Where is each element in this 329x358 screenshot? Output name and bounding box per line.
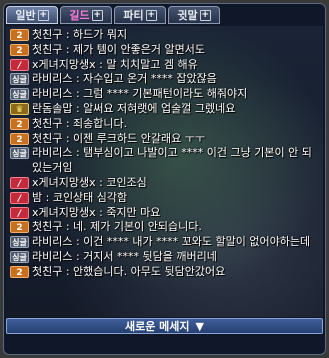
message-text: 라비리스 : 탬부심이고 나발이고 **** 이건 그냥 기본이 안 되있는거임 [32,146,312,175]
message-text: x게녀지망생x : 코인조심 [32,175,147,189]
chat-tabs: 일반 + 길드 + 파티 + 귓말 + [6,6,323,26]
message-text: 첫친구 : 네. 제가 기본이 안되습니다. [32,220,202,234]
single-channel-badge: 싱글 [10,73,29,86]
chat-message: 싱글 라비리스 : 탬부심이고 나발이고 **** 이건 그냥 기본이 안 되있는… [10,146,319,176]
message-text: 밤 : 코인상태 심각함 [32,190,128,204]
new-message-label: 새로운 메세지 [124,320,190,333]
plus-icon[interactable]: + [37,9,49,21]
plus-icon[interactable]: + [91,9,103,21]
whisper-badge: / [10,58,29,71]
message-text: 첫친구 : 안했습니다. 아무도 뒷담안갔어요 [32,264,226,278]
crown-icon: ♛ [10,102,29,115]
message-text: 첫친구 : 죄송합니다. [32,116,128,130]
tab-label: 귓말 [177,9,198,22]
single-channel-badge: 싱글 [10,250,29,263]
message-text: 라비리스 : 그럼 **** 기본패턴이라도 해줘야지 [32,87,248,101]
whisper-badge: / [10,176,29,189]
tab-general[interactable]: 일반 + [6,6,58,24]
tab-label: 파티 [123,9,144,22]
tab-label: 길드 [69,9,90,22]
whisper-badge: / [10,206,29,219]
single-channel-badge: 싱글 [10,88,29,101]
chat-message: / x게녀지망생x : 말 치치말고 겜 해유 [10,58,319,73]
chat-message: 싱글 라비리스 : 거지서 **** 뒷담을 깨버리네 [10,250,319,265]
chat-message: / x게녀지망생x : 죽지만 마요 [10,206,319,221]
tab-party[interactable]: 파티 + [114,6,166,24]
message-text: 라비리스 : 이건 **** 내가 **** 꼬와도 할말이 없어야하는데 [32,235,311,249]
friend-channel-badge: 2 [10,221,29,234]
message-text: 첫친구 : 제가 템이 안좋은거 알면서도 [32,42,205,56]
chat-message: 2 첫친구 : 이젠 루크하드 안갈래요 ㅜㅜ [10,132,319,147]
friend-channel-badge: 2 [10,117,29,130]
tab-guild[interactable]: 길드 + [60,6,112,24]
single-channel-badge: 싱글 [10,147,29,160]
single-channel-badge: 싱글 [10,236,29,249]
chat-window: 일반 + 길드 + 파티 + 귓말 + 2 첫친구 : 하드가 뭐지 2 첫친구 :… [3,3,326,355]
chat-message: 싱글 라비리스 : 이건 **** 내가 **** 꼬와도 할말이 없어야하는데 [10,235,319,250]
chat-message: ♛ 란돔솔맙 : 알써요 저혀랫에 업술껄 그렜네요 [10,102,319,117]
message-text: x게녀지망생x : 죽지만 마요 [32,205,161,219]
message-text: x게녀지망생x : 말 치치말고 겜 해유 [32,57,198,71]
chat-message: 2 첫친구 : 죄송합니다. [10,117,319,132]
message-text: 란돔솔맙 : 알써요 저혀랫에 업술껄 그렜네요 [32,101,236,115]
message-text: 첫친구 : 하드가 뭐지 [32,28,128,41]
chat-message: 2 첫친구 : 네. 제가 기본이 안되습니다. [10,220,319,235]
arrow-down-icon: ▼ [195,319,205,333]
chat-message: 2 첫친구 : 하드가 뭐지 [10,28,319,43]
friend-channel-badge: 2 [10,43,29,56]
plus-icon[interactable]: + [199,9,211,21]
chat-log[interactable]: 2 첫친구 : 하드가 뭐지 2 첫친구 : 제가 템이 안좋은거 알면서도 / x게… [6,26,323,317]
chat-message: 2 첫친구 : 제가 템이 안좋은거 알면서도 [10,43,319,58]
friend-channel-badge: 2 [10,265,29,278]
plus-icon[interactable]: + [145,9,157,21]
message-text: 첫친구 : 이젠 루크하드 안갈래요 ㅜㅜ [32,131,205,145]
whisper-badge: / [10,191,29,204]
new-message-button[interactable]: 새로운 메세지 ▼ [6,318,323,334]
tab-label: 일반 [15,9,36,22]
chat-message: / 밤 : 코인상태 심각함 [10,191,319,206]
chat-message: 싱글 라비리스 : 그럼 **** 기본패턴이라도 해줘야지 [10,87,319,102]
chat-message: 싱글 라비리스 : 자수입고 온거 **** 잡았잖음 [10,72,319,87]
message-text: 라비리스 : 자수입고 온거 **** 잡았잖음 [32,72,217,86]
friend-channel-badge: 2 [10,132,29,145]
message-text: 라비리스 : 거지서 **** 뒷담을 깨버리네 [32,249,217,263]
chat-message: / x게녀지망생x : 코인조심 [10,176,319,191]
chat-message: 2 첫친구 : 안했습니다. 아무도 뒷담안갔어요 [10,265,319,280]
friend-channel-badge: 2 [10,29,29,41]
tab-whisper[interactable]: 귓말 + [168,6,220,24]
